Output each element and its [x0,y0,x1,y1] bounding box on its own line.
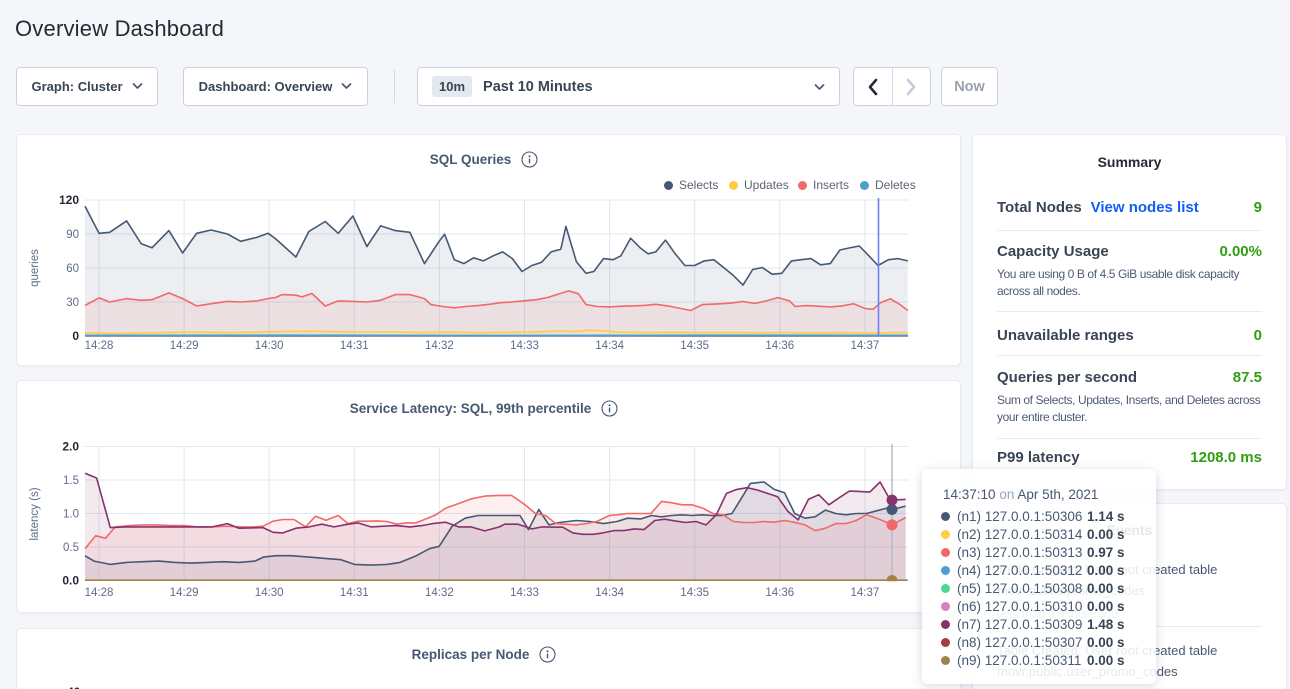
svg-text:14:33: 14:33 [510,587,539,599]
svg-text:1.5: 1.5 [63,475,79,487]
svg-text:0: 0 [72,329,79,343]
svg-text:14:35: 14:35 [680,340,709,352]
svg-text:14:29: 14:29 [170,340,199,352]
svg-text:90: 90 [66,229,79,241]
svg-text:14:36: 14:36 [765,340,794,352]
svg-text:14:37: 14:37 [851,340,880,352]
svg-text:30: 30 [66,297,79,309]
svg-text:0.5: 0.5 [63,542,79,554]
svg-text:14:36: 14:36 [765,587,794,599]
svg-text:14:30: 14:30 [255,340,284,352]
svg-text:14:28: 14:28 [85,587,114,599]
svg-text:120: 120 [59,193,79,207]
svg-text:queries: queries [29,249,41,287]
svg-text:14:33: 14:33 [510,340,539,352]
svg-text:14:29: 14:29 [170,587,199,599]
svg-text:14:34: 14:34 [595,587,624,599]
svg-text:14:34: 14:34 [595,340,624,352]
svg-text:0.0: 0.0 [62,574,79,588]
svg-text:14:37: 14:37 [851,587,880,599]
svg-text:14:32: 14:32 [425,340,454,352]
svg-text:1.0: 1.0 [63,509,79,521]
svg-text:2.0: 2.0 [62,440,79,454]
svg-text:14:35: 14:35 [680,587,709,599]
svg-text:14:30: 14:30 [255,587,284,599]
svg-text:14:28: 14:28 [85,340,114,352]
svg-text:14:32: 14:32 [425,587,454,599]
svg-text:14:31: 14:31 [340,587,369,599]
svg-text:14:31: 14:31 [340,340,369,352]
svg-text:60: 60 [66,263,79,275]
svg-text:latency (s): latency (s) [29,487,41,540]
